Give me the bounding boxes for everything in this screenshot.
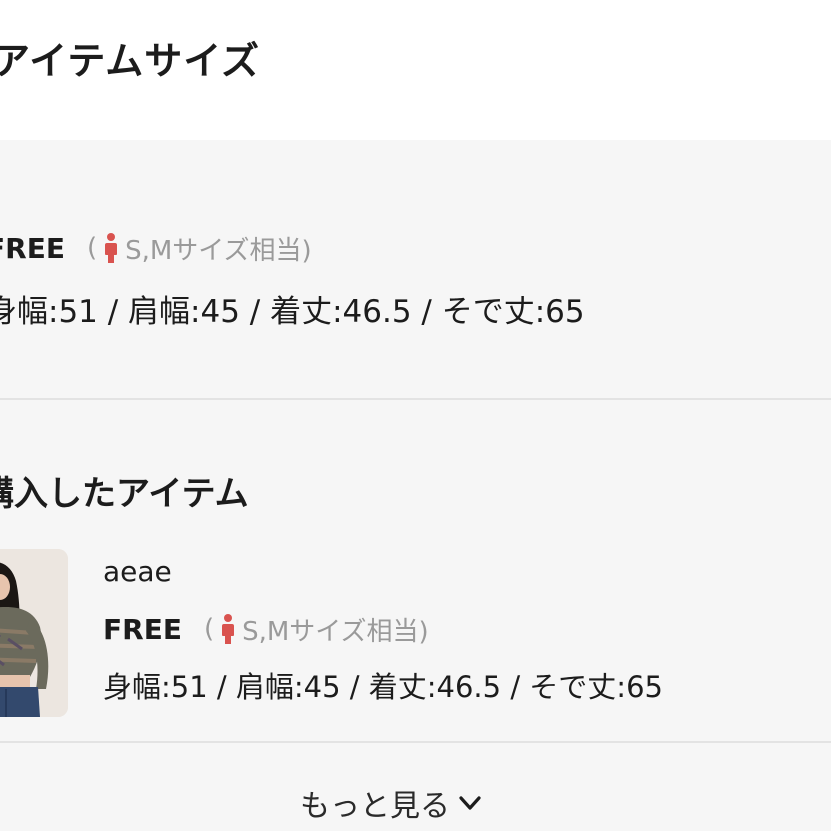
page: アイテムサイズ FREE ( S,Mサイズ相当) 身幅:51 / 肩幅:45 /… bbox=[0, 0, 831, 831]
section-divider bbox=[0, 741, 831, 743]
purchased-section-title: 購入したアイテム bbox=[0, 474, 249, 514]
show-more-button[interactable]: もっと見る bbox=[300, 778, 482, 828]
item-size-label: FREE bbox=[103, 612, 182, 646]
size-note: ( S,Mサイズ相当) bbox=[87, 230, 312, 267]
size-note-text: S,Mサイズ相当) bbox=[125, 235, 312, 266]
page-title: アイテムサイズ bbox=[0, 39, 261, 83]
item-size-row: FREE ( S,Mサイズ相当) bbox=[103, 609, 429, 649]
section-divider bbox=[0, 398, 831, 400]
size-measurements: 身幅:51 / 肩幅:45 / 着丈:46.5 / そで丈:65 bbox=[0, 294, 585, 330]
item-thumbnail[interactable] bbox=[0, 549, 68, 717]
chevron-down-icon bbox=[459, 796, 481, 810]
size-row: FREE ( S,Mサイズ相当) bbox=[0, 228, 312, 268]
show-more-label: もっと見る bbox=[300, 789, 450, 824]
item-size-note-open: ( bbox=[203, 614, 215, 644]
size-label: FREE bbox=[0, 231, 65, 265]
item-size-note: ( S,Mサイズ相当) bbox=[204, 611, 429, 648]
item-photo bbox=[0, 549, 68, 717]
item-name[interactable]: aeae bbox=[103, 555, 172, 588]
item-measurements: 身幅:51 / 肩幅:45 / 着丈:46.5 / そで丈:65 bbox=[103, 670, 663, 704]
woman-icon bbox=[103, 233, 119, 263]
header: アイテムサイズ bbox=[0, 0, 831, 140]
item-size-note-text: S,Mサイズ相当) bbox=[242, 616, 429, 647]
size-note-open: ( bbox=[86, 233, 98, 263]
woman-icon bbox=[220, 614, 236, 644]
